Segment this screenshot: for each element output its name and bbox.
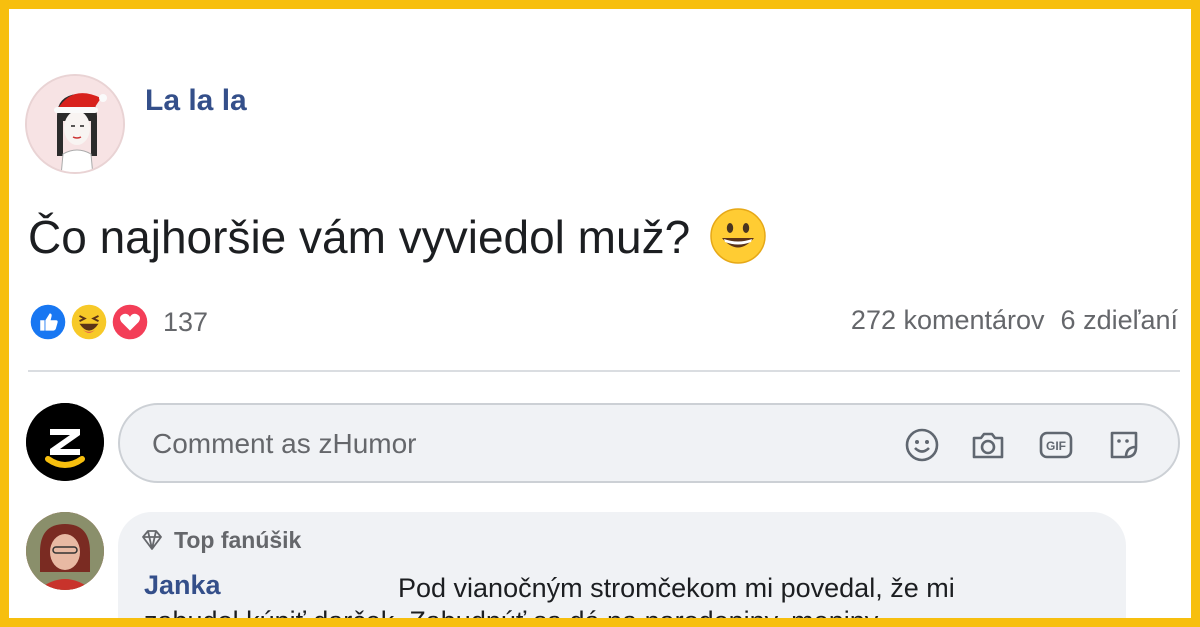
haha-icon <box>67 300 111 344</box>
sticker-icon[interactable] <box>1104 425 1144 465</box>
zhumor-logo-icon <box>26 403 104 481</box>
emoji-icon[interactable] <box>902 425 942 465</box>
comments-count[interactable]: 272 komentárov <box>851 305 1045 335</box>
page-avatar[interactable] <box>26 403 104 481</box>
like-icon <box>26 300 70 344</box>
post-text-content: Čo najhoršie vám vyviedol muž? <box>28 211 691 263</box>
author-avatar[interactable] <box>25 74 125 174</box>
badge-label: Top fanúšik <box>174 526 302 553</box>
comment-input[interactable]: Comment as zHumor GIF <box>118 403 1180 483</box>
comment-placeholder: Comment as zHumor <box>152 428 417 459</box>
top-fan-badge[interactable]: Top fanúšik <box>138 526 301 554</box>
divider <box>28 370 1180 372</box>
santa-hat-girl-icon <box>27 76 123 172</box>
diamond-icon <box>142 530 162 550</box>
love-icon <box>108 300 152 344</box>
camera-icon[interactable] <box>968 425 1008 465</box>
comment-text: Pod vianočným stromčekom mi povedal, že … <box>398 573 955 603</box>
reaction-count[interactable]: 137 <box>163 307 208 338</box>
reactions-bar[interactable]: 137 <box>26 300 208 344</box>
comment-text-continued: zabudol kúpiť darček. Zabudnúť sa dá na … <box>144 606 879 627</box>
post-author-name[interactable]: La la la <box>145 84 247 118</box>
post-stats: 272 komentárov 6 zdieľaní <box>851 305 1178 336</box>
commenter-photo-icon <box>26 512 104 590</box>
commenter-name[interactable]: Janka <box>144 570 221 601</box>
shares-count[interactable]: 6 zdieľaní <box>1061 305 1178 335</box>
post-text: Čo najhoršie vám vyviedol muž? <box>28 208 767 265</box>
commenter-avatar[interactable] <box>26 512 104 590</box>
svg-text:GIF: GIF <box>1046 439 1066 453</box>
comment-bubble: Top fanúšik Janka Pod vianočným stromček… <box>118 512 1126 627</box>
grinning-face-icon <box>710 208 766 264</box>
gif-icon[interactable]: GIF <box>1036 425 1076 465</box>
